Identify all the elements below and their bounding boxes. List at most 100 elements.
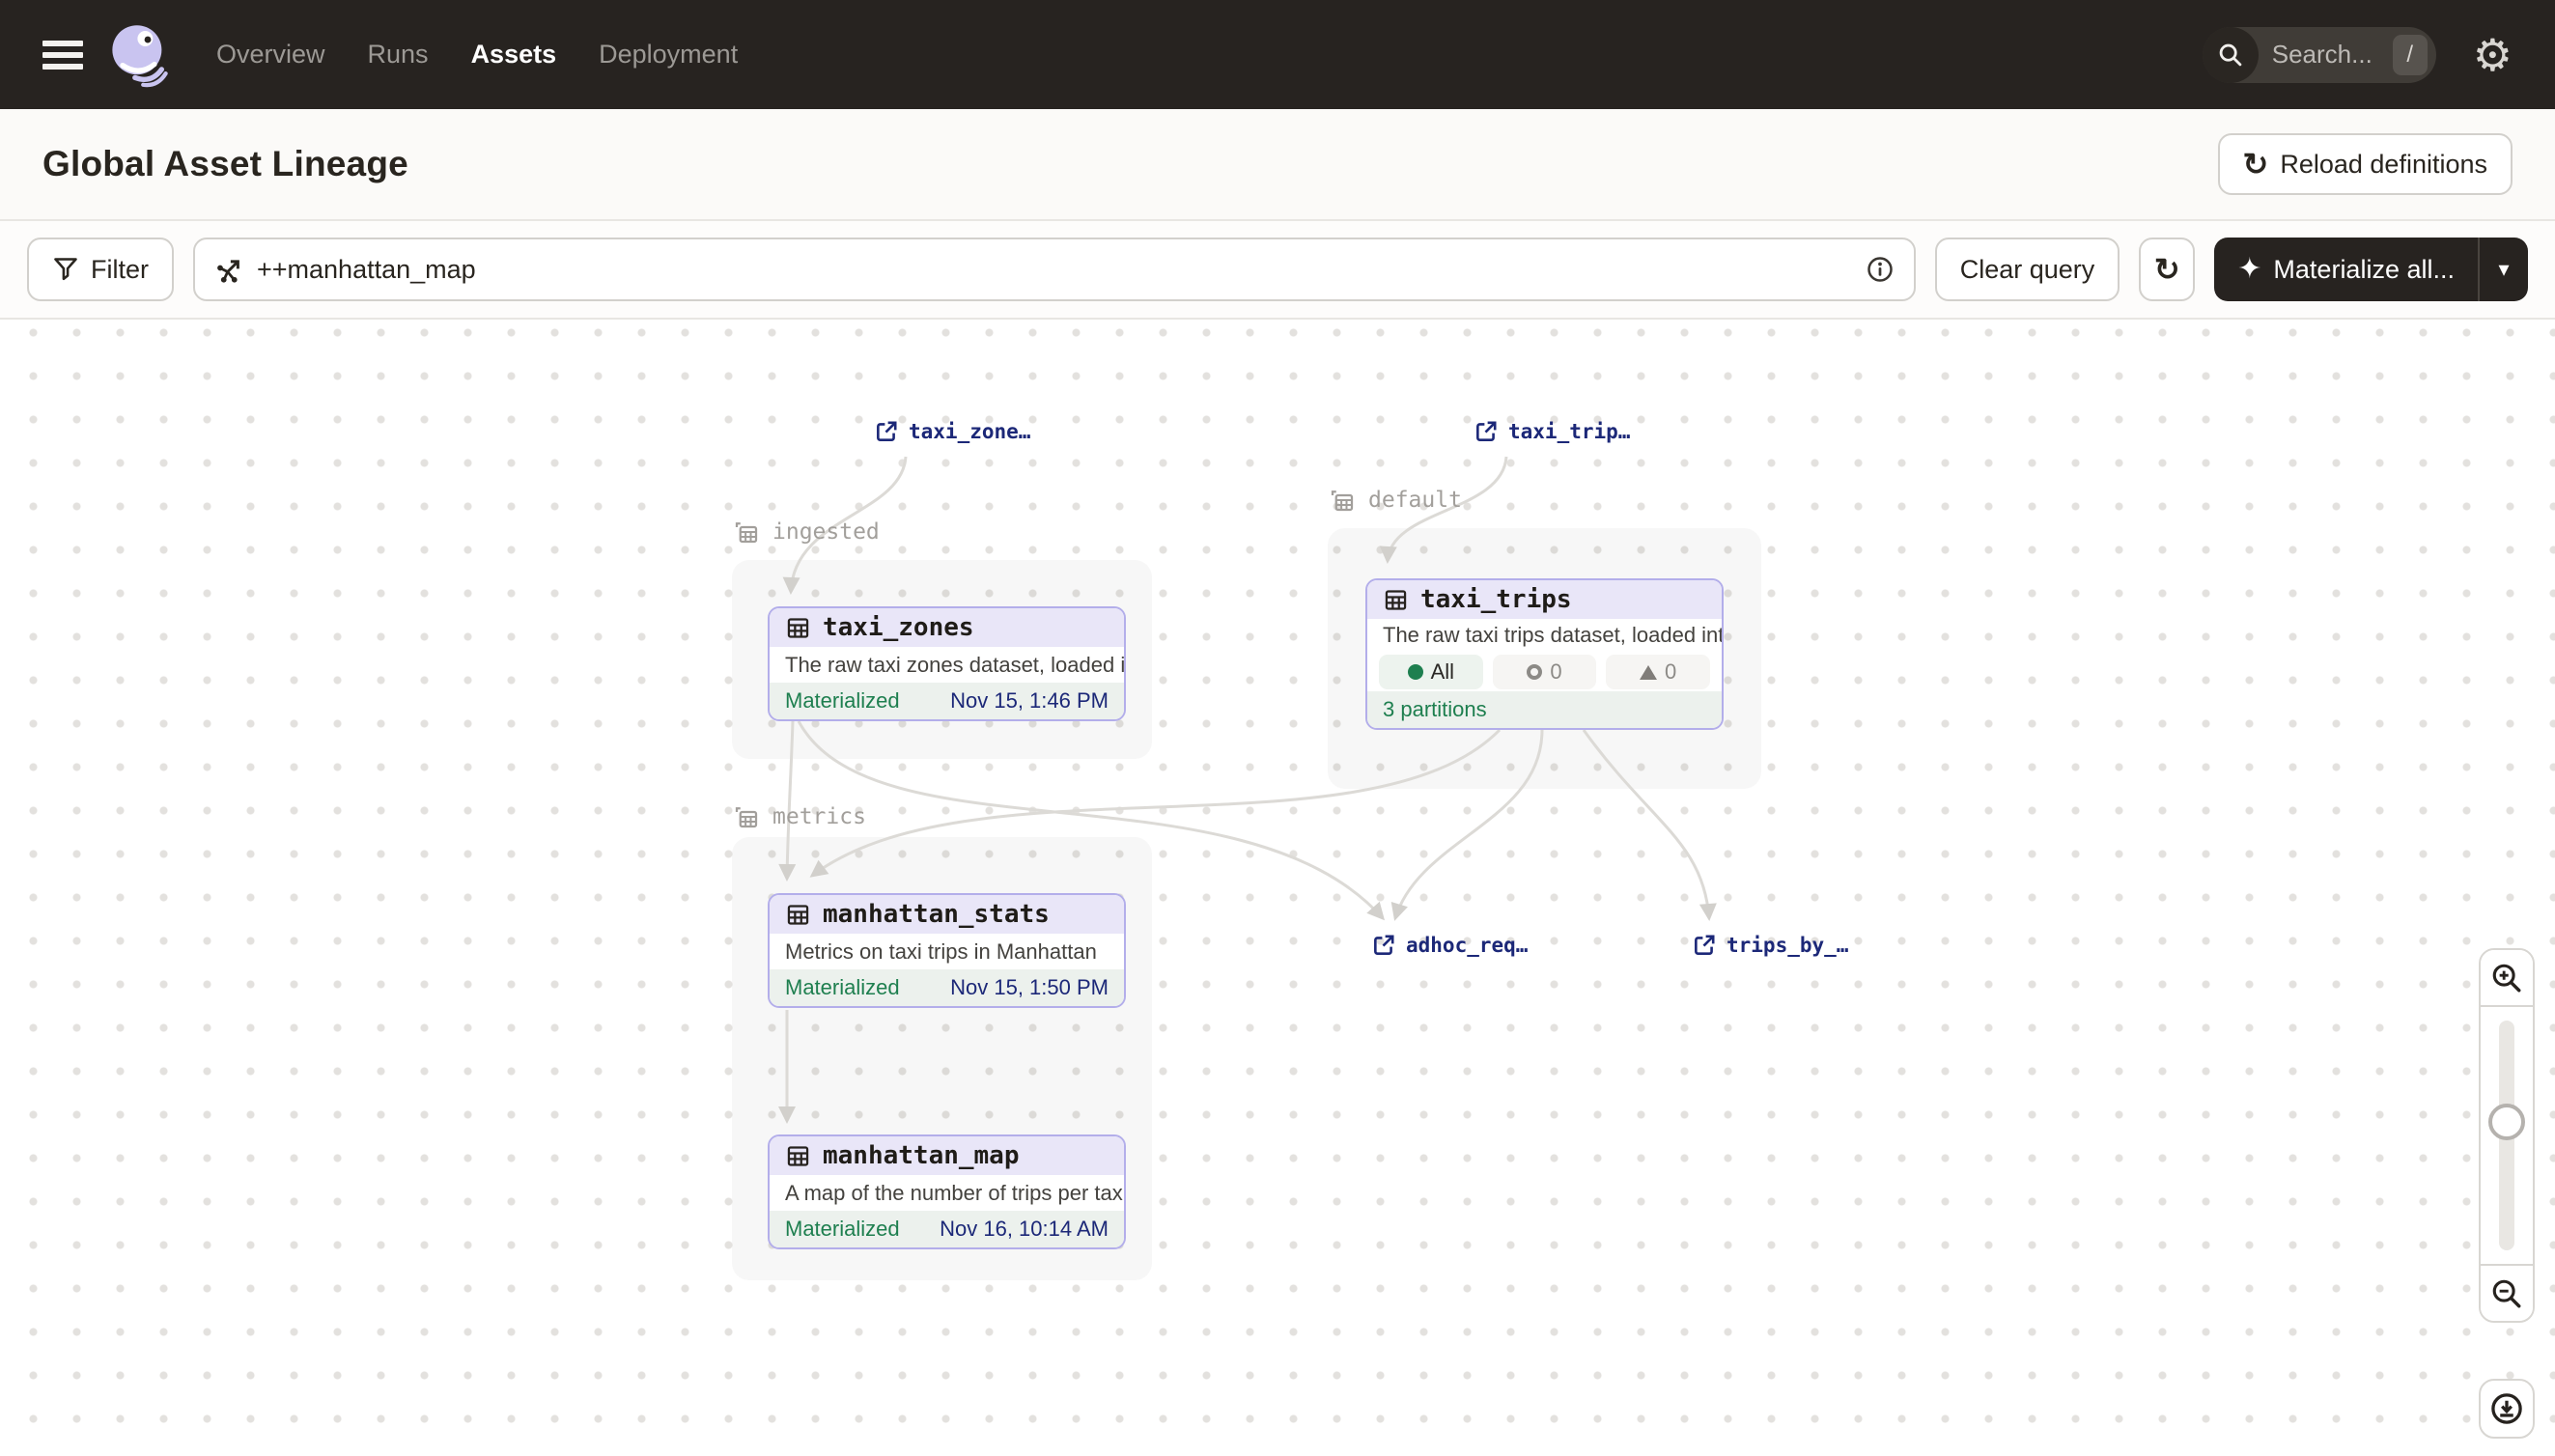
partition-badge-missing[interactable]: 0 — [1493, 655, 1597, 689]
triangle-icon — [1640, 665, 1657, 680]
info-icon[interactable] — [1866, 255, 1895, 284]
partition-health-row: All 0 0 — [1367, 653, 1722, 692]
asset-description: Metrics on taxi trips in Manhattan — [770, 934, 1124, 969]
external-asset-label: taxi_zone… — [909, 420, 1030, 443]
asset-node-header: manhattan_map — [770, 1136, 1124, 1175]
asset-status-row: Materialized Nov 16, 10:14 AM — [770, 1211, 1124, 1247]
search-shortcut-key: / — [2393, 35, 2428, 75]
asset-group-icon — [1328, 486, 1357, 515]
partitions-count[interactable]: 3 partitions — [1383, 697, 1487, 722]
materialized-timestamp[interactable]: Nov 16, 10:14 AM — [940, 1217, 1109, 1242]
menu-icon[interactable] — [42, 41, 83, 70]
external-link-icon — [1692, 933, 1717, 958]
zoom-in-icon — [2490, 962, 2523, 994]
nav-deployment[interactable]: Deployment — [599, 40, 738, 70]
asset-node-header: manhattan_stats — [770, 895, 1124, 934]
refresh-button[interactable]: ↻ — [2139, 238, 2195, 301]
external-asset-label: taxi_trip… — [1508, 420, 1630, 443]
external-asset-adhoc-request[interactable]: adhoc_req… — [1371, 933, 1528, 958]
nav-overview[interactable]: Overview — [216, 40, 325, 70]
external-asset-trips-by[interactable]: trips_by_… — [1692, 933, 1848, 958]
zoom-slider[interactable] — [2481, 1005, 2533, 1266]
materialize-all-label: Materialize all... — [2273, 255, 2455, 285]
dagster-logo[interactable] — [106, 22, 172, 88]
group-label-ingested[interactable]: ingested — [732, 518, 880, 546]
search-input[interactable]: Search... / — [2203, 27, 2436, 83]
materialized-status: Materialized — [785, 975, 900, 1000]
ring-icon — [1527, 664, 1542, 680]
lineage-toolbar: Filter ++manhattan_map Clear query ↻ ✦ M… — [0, 221, 2555, 320]
materialized-timestamp[interactable]: Nov 15, 1:50 PM — [950, 975, 1109, 1000]
group-label-default[interactable]: default — [1328, 486, 1462, 515]
reload-definitions-label: Reload definitions — [2280, 150, 2487, 180]
external-asset-label: trips_by_… — [1727, 934, 1848, 957]
nav-assets[interactable]: Assets — [471, 40, 557, 70]
filter-label: Filter — [91, 255, 149, 285]
asset-query-input[interactable]: ++manhattan_map — [193, 238, 1916, 301]
asset-node-taxi-zones[interactable]: taxi_zones The raw taxi zones dataset, l… — [768, 606, 1126, 721]
page-title: Global Asset Lineage — [42, 144, 408, 184]
materialize-split-button: ✦ Materialize all... ▾ — [2214, 238, 2528, 301]
search-placeholder: Search... — [2272, 40, 2393, 70]
graph-selector-icon — [214, 255, 243, 284]
materialize-dropdown-caret[interactable]: ▾ — [2478, 238, 2528, 301]
badge-label: All — [1431, 659, 1454, 685]
success-dot-icon — [1408, 664, 1423, 680]
external-link-icon — [1371, 933, 1396, 958]
asset-node-manhattan-map[interactable]: manhattan_map A map of the number of tri… — [768, 1134, 1126, 1249]
asset-query-value: ++manhattan_map — [257, 255, 1852, 285]
asset-name: manhattan_stats — [823, 900, 1050, 929]
zoom-slider-handle[interactable] — [2488, 1104, 2525, 1140]
group-name: ingested — [772, 519, 880, 545]
asset-description: The raw taxi trips dataset, loaded into … — [1367, 619, 1722, 653]
lineage-edges — [0, 320, 2555, 1454]
asset-node-header: taxi_trips — [1367, 580, 1722, 619]
group-name: metrics — [772, 804, 866, 829]
materialize-all-button[interactable]: ✦ Materialize all... — [2214, 238, 2478, 301]
gear-icon[interactable]: ⚙ — [2473, 33, 2513, 77]
zoom-in-button[interactable] — [2481, 950, 2533, 1005]
nav-runs[interactable]: Runs — [368, 40, 429, 70]
filter-button[interactable]: Filter — [27, 238, 174, 301]
asset-description: A map of the number of trips per taxi z.… — [770, 1175, 1124, 1211]
asset-description: The raw taxi zones dataset, loaded int..… — [770, 647, 1124, 683]
external-link-icon — [874, 419, 899, 444]
table-icon — [785, 615, 811, 641]
group-label-metrics[interactable]: metrics — [732, 802, 866, 831]
reload-definitions-button[interactable]: ↻ Reload definitions — [2218, 133, 2513, 195]
partition-badge-all[interactable]: All — [1379, 655, 1483, 689]
materialized-status: Materialized — [785, 1217, 900, 1242]
asset-group-icon — [732, 802, 761, 831]
asset-status-row: Materialized Nov 15, 1:50 PM — [770, 969, 1124, 1006]
page-header: Global Asset Lineage ↻ Reload definition… — [0, 109, 2555, 221]
search-icon — [2203, 27, 2259, 83]
asset-node-manhattan-stats[interactable]: manhattan_stats Metrics on taxi trips in… — [768, 893, 1126, 1008]
external-asset-taxi-trip[interactable]: taxi_trip… — [1474, 419, 1630, 444]
recenter-button[interactable] — [2479, 1379, 2535, 1439]
reload-icon: ↻ — [2243, 149, 2269, 180]
zoom-controls — [2479, 948, 2535, 1323]
zoom-out-button[interactable] — [2481, 1266, 2533, 1321]
materialized-timestamp[interactable]: Nov 15, 1:46 PM — [950, 688, 1109, 714]
asset-group-icon — [732, 518, 761, 546]
table-icon — [785, 902, 811, 928]
external-asset-label: adhoc_req… — [1406, 934, 1528, 957]
zoom-out-icon — [2490, 1277, 2523, 1310]
sparkle-icon: ✦ — [2237, 255, 2261, 284]
dagster-octopus-icon — [106, 22, 172, 88]
asset-node-header: taxi_zones — [770, 608, 1124, 647]
badge-label: 0 — [1550, 659, 1561, 685]
asset-status-row: Materialized Nov 15, 1:46 PM — [770, 683, 1124, 719]
top-nav: Overview Runs Assets Deployment Search..… — [0, 0, 2555, 109]
asset-name: taxi_trips — [1420, 585, 1572, 614]
asset-status-row: 3 partitions — [1367, 691, 1722, 728]
partition-badge-failed[interactable]: 0 — [1606, 655, 1710, 689]
table-icon — [1383, 587, 1409, 613]
clear-query-button[interactable]: Clear query — [1935, 238, 2120, 301]
external-asset-taxi-zone[interactable]: taxi_zone… — [874, 419, 1030, 444]
nav-links: Overview Runs Assets Deployment — [216, 40, 738, 70]
asset-node-taxi-trips[interactable]: taxi_trips The raw taxi trips dataset, l… — [1365, 578, 1724, 730]
lineage-canvas[interactable]: ingested default metrics taxi_zone… taxi… — [0, 320, 2555, 1454]
badge-label: 0 — [1665, 659, 1676, 685]
asset-name: manhattan_map — [823, 1141, 1020, 1170]
